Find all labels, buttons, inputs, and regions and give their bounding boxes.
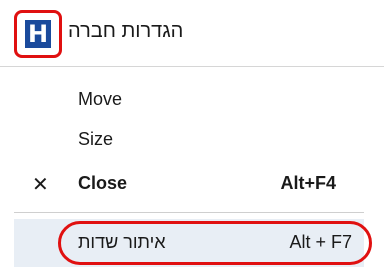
menu-item-close[interactable]: ✕ Close Alt+F4: [0, 163, 370, 203]
menu-item-label: Close: [78, 173, 128, 193]
menu-item-move[interactable]: Move: [0, 79, 370, 119]
app-logo-icon[interactable]: H: [25, 20, 51, 48]
menu-item-size[interactable]: Size: [0, 119, 370, 159]
menu-separator: [14, 212, 364, 213]
system-menu: Move Size ✕ Close Alt+F4 איתור שדות Alt …: [0, 67, 384, 275]
system-menu-window: H הגדרות חברה Move Size ✕ Close Alt+F4 א…: [0, 0, 384, 275]
app-icon-highlight: H: [14, 10, 62, 58]
title-bar: H הגדרות חברה: [0, 0, 384, 67]
menu-item-find-fields[interactable]: איתור שדות Alt + F7: [14, 219, 372, 267]
menu-item-shortcut: Alt + F7: [289, 232, 352, 252]
close-icon: ✕: [32, 174, 49, 196]
menu-item-label: Size: [78, 129, 114, 149]
window-title: הגדרות חברה: [68, 20, 184, 42]
menu-item-label: איתור שדות: [78, 232, 166, 252]
menu-item-label: Move: [78, 89, 123, 109]
menu-item-shortcut: Alt+F4: [280, 173, 336, 193]
